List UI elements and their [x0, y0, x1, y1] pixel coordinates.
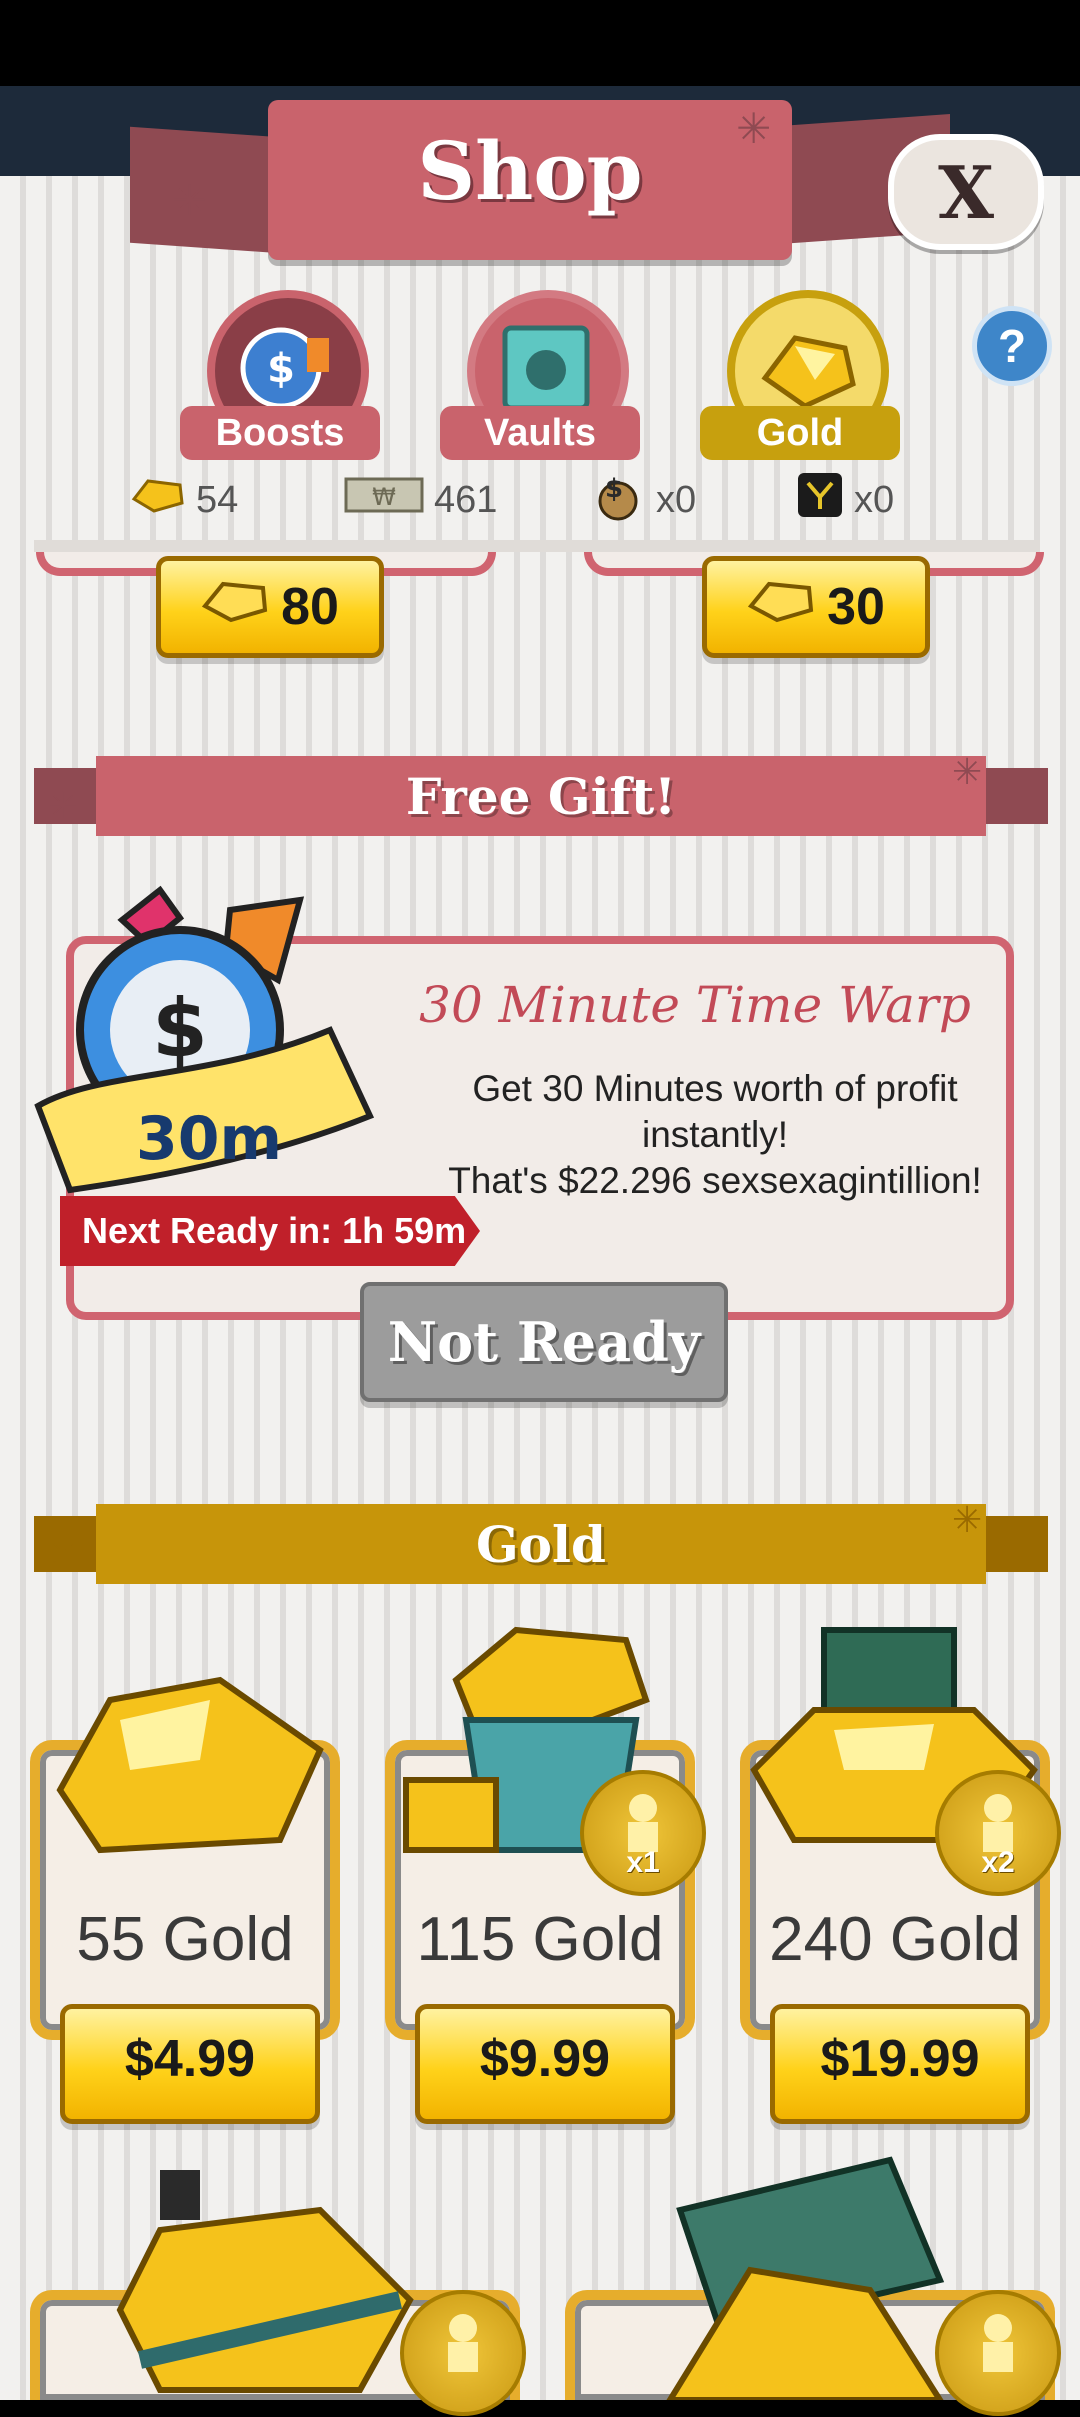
svg-text:$: $ — [605, 474, 623, 504]
starburst-icon: ✳ — [48, 1534, 79, 1575]
money-bag-count-value: x0 — [656, 478, 697, 521]
bonus-medal — [400, 2290, 526, 2416]
tab-vaults[interactable]: Vaults — [440, 290, 640, 490]
megaticket-icon — [796, 471, 844, 529]
svg-text:$: $ — [267, 346, 295, 392]
gold-pack-label: 55 Gold — [76, 1905, 294, 1974]
starburst-icon: ✳ — [736, 104, 772, 153]
bonus-medal: x1 — [580, 1770, 706, 1896]
page-title: Shop — [417, 124, 643, 218]
money-bag-icon: $ — [590, 467, 646, 533]
price-button-30-gold[interactable]: 30 — [702, 556, 930, 658]
divider — [34, 540, 1040, 552]
svg-text:$: $ — [152, 982, 208, 1075]
tab-label: Vaults — [440, 406, 640, 460]
gold-pack-label: 240 Gold — [769, 1905, 1021, 1974]
starburst-icon: ✳ — [952, 752, 983, 793]
section-title-free-gift: Free Gift! — [96, 756, 986, 836]
status-bar — [0, 0, 1080, 86]
gift-description: Get 30 Minutes worth of profit instantly… — [440, 1066, 990, 1204]
tab-label: Gold — [700, 406, 900, 460]
price-value: 30 — [827, 578, 885, 636]
svg-text:₩: ₩ — [372, 483, 396, 511]
megabucks-balance-value: 461 — [434, 478, 498, 521]
price-button[interactable]: $9.99 — [415, 2004, 675, 2124]
close-button[interactable]: X — [888, 134, 1044, 250]
price-value: 80 — [281, 578, 339, 636]
gift-title: 30 Minute Time Warp — [419, 976, 971, 1034]
tab-boosts[interactable]: $ Boosts — [180, 290, 380, 490]
gold-cart-icon — [640, 2150, 980, 2403]
bonus-medal-multiplier: x2 — [981, 1846, 1015, 1879]
gold-balance-value: 54 — [196, 478, 239, 521]
not-ready-button[interactable]: Not Ready — [360, 1282, 728, 1402]
gold-pile-icon — [40, 1640, 340, 1860]
gift-description-line: Get 30 Minutes worth of profit — [472, 1068, 958, 1109]
gift-description-line: That's $22.296 sexsexagintillion! — [448, 1160, 982, 1201]
time-warp-badge: 30m — [136, 1104, 283, 1174]
bonus-medal: x2 — [935, 1770, 1061, 1896]
help-button[interactable]: ? — [972, 306, 1052, 386]
tab-gold[interactable]: Gold — [700, 290, 900, 490]
megaticket-count: x0 — [796, 470, 894, 530]
gift-description-line: instantly! — [641, 1114, 788, 1155]
bonus-medal — [935, 2290, 1061, 2416]
gold-bar-icon — [201, 576, 271, 639]
gold-pack-label: 115 Gold — [416, 1905, 664, 1974]
megaticket-count-value: x0 — [854, 478, 895, 521]
gold-balance: 54 — [130, 470, 238, 530]
price-button-80-gold[interactable]: 80 — [156, 556, 384, 658]
price-button[interactable]: $4.99 — [60, 2004, 320, 2124]
tab-label: Boosts — [180, 406, 380, 460]
gold-bar-icon — [130, 475, 186, 525]
next-ready-timer: Next Ready in: 1h 59m — [60, 1196, 480, 1266]
bonus-medal-multiplier: x1 — [626, 1846, 660, 1879]
money-bag-count: $ x0 — [590, 470, 696, 530]
gold-bar-icon — [747, 576, 817, 639]
starburst-icon: ✳ — [48, 786, 79, 827]
section-title-gold: Gold — [96, 1504, 986, 1584]
gold-wheelbarrow-icon — [100, 2140, 440, 2400]
starburst-icon: ✳ — [952, 1500, 983, 1541]
megabucks-icon: ₩ — [344, 475, 424, 525]
price-button[interactable]: $19.99 — [770, 2004, 1030, 2124]
megabucks-balance: ₩ 461 — [344, 470, 497, 530]
starburst-icon: ✳ — [172, 176, 208, 225]
